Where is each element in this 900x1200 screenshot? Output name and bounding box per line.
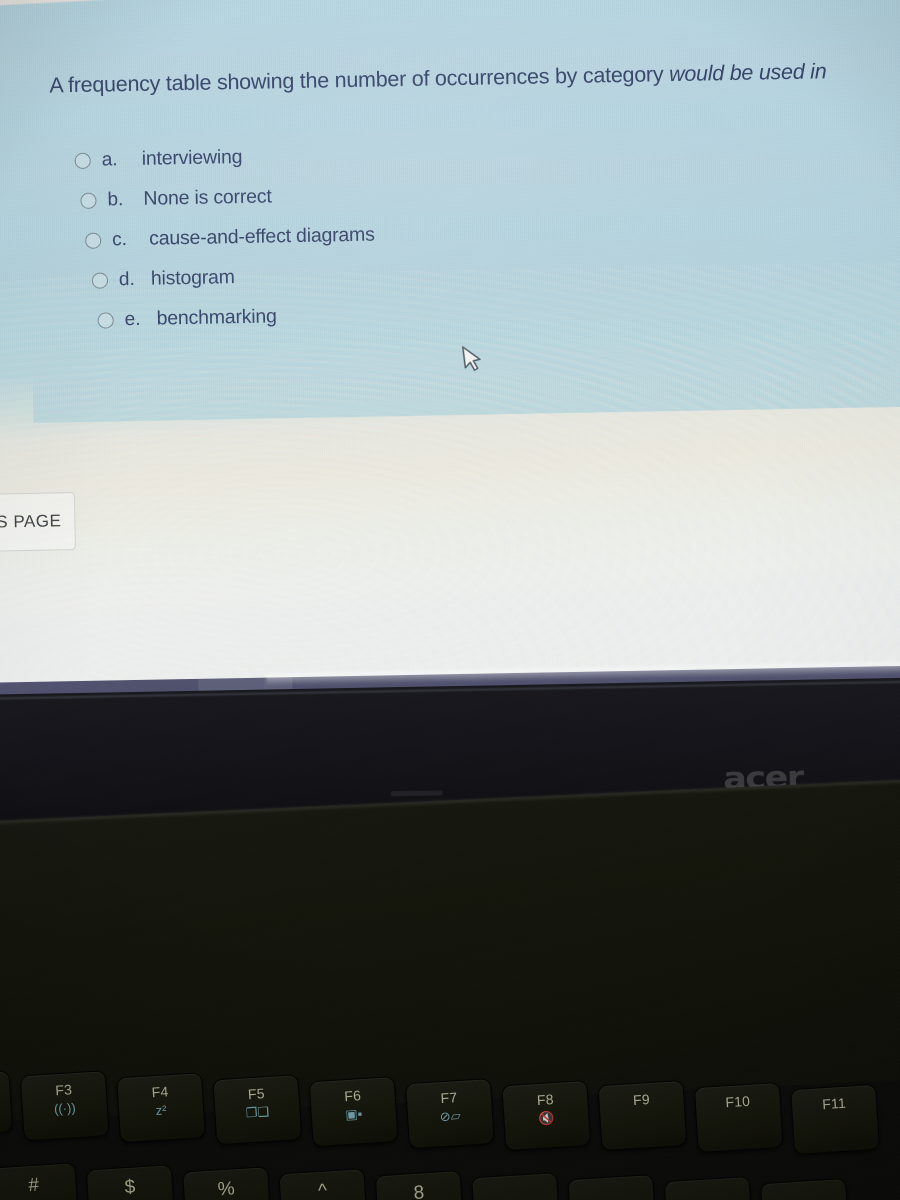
key-f4-label: F4 (151, 1083, 169, 1101)
key-caret-label: ^ (317, 1180, 328, 1200)
key-f2[interactable]: F2 (0, 1070, 14, 1137)
previous-page-button[interactable]: US PAGE (0, 492, 76, 554)
key-caret[interactable]: ^ (278, 1168, 369, 1200)
key-percent-label: % (217, 1178, 236, 1200)
option-label-b: None is correct (143, 185, 272, 211)
radio-button-b[interactable] (80, 192, 97, 209)
question-text-italic: would be used in (668, 59, 827, 87)
radio-button-e[interactable] (97, 312, 114, 329)
key-f9[interactable]: F9 (597, 1079, 688, 1152)
laptop-screen: A frequency table showing the number of … (0, 0, 900, 740)
option-letter-e: e. (124, 308, 141, 331)
option-letter-b: b. (107, 189, 124, 211)
option-letter-d: d. (118, 268, 135, 291)
option-label-e: benchmarking (156, 305, 277, 330)
key-hash[interactable]: # (0, 1162, 80, 1200)
key-minus[interactable] (663, 1175, 754, 1200)
key-f7[interactable]: F7 ⊘▱ (404, 1077, 495, 1150)
question-text: A frequency table showing the number of … (49, 56, 900, 100)
sleep-icon: z² (155, 1102, 168, 1119)
key-f8[interactable]: F8 🔇 (501, 1079, 592, 1152)
quiz-question-card: A frequency table showing the number of … (26, 25, 900, 423)
volume-mute-icon: 🔇 (537, 1110, 555, 1127)
key-f3[interactable]: F3 ((·)) (19, 1070, 110, 1142)
screen-surface: A frequency table showing the number of … (0, 0, 900, 740)
key-equals[interactable] (759, 1177, 851, 1200)
projector-icon: ▣▪ (344, 1106, 363, 1123)
key-f5[interactable]: F5 ❐❑ (212, 1074, 303, 1146)
key-f3-label: F3 (54, 1081, 73, 1099)
photo-of-laptop-screen: A frequency table showing the number of … (0, 0, 900, 1200)
key-zero[interactable] (567, 1173, 658, 1200)
key-hash-label: # (27, 1174, 40, 1197)
key-f11-label: F11 (821, 1094, 847, 1113)
previous-page-label: US PAGE (0, 511, 62, 532)
key-f9-label: F9 (632, 1091, 651, 1109)
answer-options-list: a. interviewing b. None is correct c. ca… (50, 125, 900, 342)
key-f5-label: F5 (247, 1085, 266, 1103)
display-toggle-icon: ❐❑ (245, 1103, 270, 1121)
touchpad-off-icon: ⊘▱ (439, 1107, 461, 1125)
key-dollar[interactable]: $ (85, 1164, 176, 1200)
key-nine[interactable] (470, 1172, 562, 1200)
radio-button-a[interactable] (74, 152, 91, 169)
radio-button-c[interactable] (85, 232, 102, 249)
key-f11[interactable]: F11 (790, 1083, 881, 1156)
key-f8-label: F8 (536, 1091, 555, 1109)
key-eight-label: 8 (412, 1182, 425, 1200)
wireless-icon: ((·)) (53, 1100, 77, 1117)
key-f4[interactable]: F4 z² (116, 1072, 206, 1144)
key-percent[interactable]: % (182, 1166, 273, 1200)
key-f6-label: F6 (343, 1087, 362, 1105)
key-dollar-label: $ (124, 1176, 136, 1199)
question-text-main: A frequency table showing the number of … (49, 62, 670, 98)
option-label-d: histogram (150, 266, 235, 291)
radio-button-d[interactable] (91, 272, 109, 289)
key-f10-label: F10 (724, 1092, 751, 1111)
option-letter-a: a. (101, 149, 118, 171)
key-f7-label: F7 (440, 1089, 458, 1107)
option-letter-c: c. (112, 228, 128, 251)
key-f10[interactable]: F10 (693, 1081, 784, 1154)
key-eight[interactable]: 8 (374, 1170, 465, 1200)
option-label-c: cause-and-effect diagrams (148, 223, 375, 251)
key-f6[interactable]: F6 ▣▪ (308, 1076, 399, 1148)
indicator-slot (390, 790, 443, 797)
option-label-a: interviewing (141, 146, 243, 171)
